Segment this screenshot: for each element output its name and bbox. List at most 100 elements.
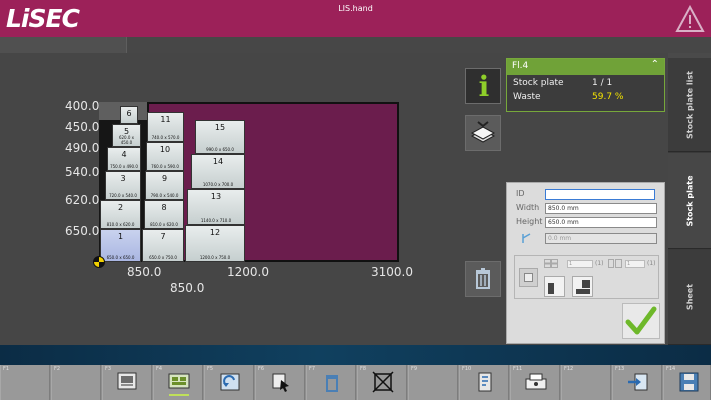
height-field[interactable]: 650.0 mm	[545, 217, 657, 228]
undo-icon	[220, 373, 240, 391]
trash-icon	[476, 268, 490, 289]
y-label: 620.0	[65, 193, 100, 207]
fkey-label: F13	[615, 366, 625, 372]
grid-icon	[544, 259, 558, 268]
side-tabs: Stock plate list Stock plate Sheet	[668, 58, 711, 345]
x-label: 1200.0	[227, 265, 269, 279]
info-value: 59.7 %	[592, 92, 624, 102]
confirm-button[interactable]	[622, 303, 660, 339]
x-label: 3100.0	[371, 265, 413, 279]
tab-label: Stock plate	[685, 174, 694, 227]
x-label: 850.0	[170, 281, 205, 295]
fkey-label: F11	[513, 366, 523, 372]
checkmark-icon	[625, 306, 657, 335]
info-panel-header[interactable]: Fl.4 ⌃	[507, 59, 664, 75]
f11-button[interactable]: F11	[510, 365, 560, 400]
sub-toolbar-left	[0, 37, 127, 53]
count-a: (1)	[595, 260, 604, 267]
glass-stack-icon	[470, 121, 496, 143]
f8-button[interactable]: F8	[357, 365, 407, 400]
delete-icon	[326, 375, 338, 392]
y-label: 540.0	[65, 165, 100, 179]
sub-toolbar	[0, 37, 711, 53]
arrangement-box: 1 (1) 1 (1)	[514, 255, 659, 299]
x-label: 850.0	[127, 265, 162, 279]
tab-sheet[interactable]: Sheet	[668, 250, 711, 345]
info-label: Stock plate	[513, 78, 564, 88]
sort-icon	[478, 372, 492, 392]
y-label: 490.0	[65, 141, 100, 155]
f13-button[interactable]: F13	[612, 365, 662, 400]
width-row: Width 850.0 mm	[507, 203, 666, 216]
active-indicator	[169, 394, 189, 396]
y-label: 450.0	[65, 120, 100, 134]
count-field-a[interactable]: 1	[567, 260, 593, 268]
tab-label: Stock plate list	[685, 70, 694, 139]
save-icon	[679, 372, 699, 392]
glass-piece[interactable]: 8 810.0 x 620.0	[144, 200, 184, 229]
width-label: Width	[516, 203, 540, 212]
fkey-label: F9	[411, 366, 418, 372]
warning-icon[interactable]	[675, 5, 705, 33]
y-label: 400.0	[65, 99, 100, 113]
glass-piece[interactable]: 3 720.0 x 540.0	[105, 171, 141, 200]
info-row: Waste 59.7 %	[507, 92, 664, 105]
id-label: ID	[516, 189, 525, 198]
tab-label: Sheet	[685, 283, 694, 311]
fkey-label: F5	[207, 366, 214, 372]
fkey-label: F7	[309, 366, 316, 372]
glass-piece[interactable]: 10 760.0 x 590.0	[146, 142, 184, 171]
info-row: Stock plate 1 / 1	[507, 78, 664, 91]
title-bar: LiSEC LIS.hand	[0, 0, 711, 37]
app-title: LIS.hand	[338, 4, 373, 13]
piece-properties-panel: ID Width 850.0 mm Height 650.0 mm 0.0 mm	[506, 182, 665, 344]
f1-button[interactable]: F1	[0, 365, 50, 400]
width-field[interactable]: 850.0 mm	[545, 203, 657, 214]
grid-alt-icon	[608, 259, 622, 268]
height-row: Height 650.0 mm	[507, 217, 666, 230]
glass-piece[interactable]: 12 1200.0 x 750.0	[185, 225, 245, 262]
info-value: 1 / 1	[592, 78, 613, 88]
fkey-label: F6	[258, 366, 265, 372]
align-right-button[interactable]	[572, 276, 593, 297]
f6-button[interactable]: F6	[255, 365, 305, 400]
import-icon	[628, 373, 648, 391]
count-field-b[interactable]: 1	[625, 260, 645, 268]
chevron-up-icon[interactable]: ⌃	[651, 59, 659, 70]
glass-piece[interactable]: 7 650.0 x 750.0	[142, 229, 184, 262]
f5-button[interactable]: F5	[204, 365, 254, 400]
tab-stock-plate[interactable]: Stock plate	[668, 153, 711, 249]
stack-button[interactable]	[465, 115, 501, 151]
info-button[interactable]: i	[465, 68, 501, 104]
f12-button[interactable]: F12	[561, 365, 611, 400]
glass-piece[interactable]: 13 1140.0 x 710.0	[187, 189, 245, 225]
f14-button[interactable]: F14	[663, 365, 711, 400]
f2-button[interactable]: F2	[51, 365, 101, 400]
glass-piece[interactable]: 2 810.0 x 620.0	[100, 200, 141, 229]
fkey-label: F12	[564, 366, 574, 372]
glass-piece[interactable]: 15 990.0 x 650.0	[195, 120, 245, 154]
f3-button[interactable]: F3	[102, 365, 152, 400]
scroll-strip[interactable]	[0, 345, 711, 365]
f7-button[interactable]: F7	[306, 365, 356, 400]
glass-piece[interactable]: 14 1070.0 x 700.0	[191, 154, 245, 189]
angle-icon	[522, 233, 531, 243]
glass-piece[interactable]: 9 790.0 x 540.0	[145, 171, 184, 200]
print-label-icon	[525, 373, 547, 390]
angle-field[interactable]: 0.0 mm	[545, 233, 657, 244]
glass-piece[interactable]: 11 740.0 x 570.0	[147, 112, 184, 142]
f10-button[interactable]: F10	[459, 365, 509, 400]
align-left-button[interactable]	[544, 276, 565, 297]
frame-option-button[interactable]	[519, 268, 538, 287]
f4-button[interactable]: F4	[153, 365, 203, 400]
tab-stock-plate-list[interactable]: Stock plate list	[668, 58, 711, 152]
f9-button[interactable]: F9	[408, 365, 458, 400]
delete-button[interactable]	[465, 261, 501, 297]
glass-piece[interactable]: 5 620.0 x 450.0	[112, 124, 141, 147]
glass-piece[interactable]: 4 750.0 x 490.0	[107, 147, 141, 171]
fkey-label: F10	[462, 366, 472, 372]
glass-piece[interactable]: 6	[120, 106, 138, 124]
id-field[interactable]	[545, 189, 655, 200]
glass-piece[interactable]: 1 650.0 x 650.0	[100, 229, 141, 262]
fkey-label: F2	[54, 366, 61, 372]
